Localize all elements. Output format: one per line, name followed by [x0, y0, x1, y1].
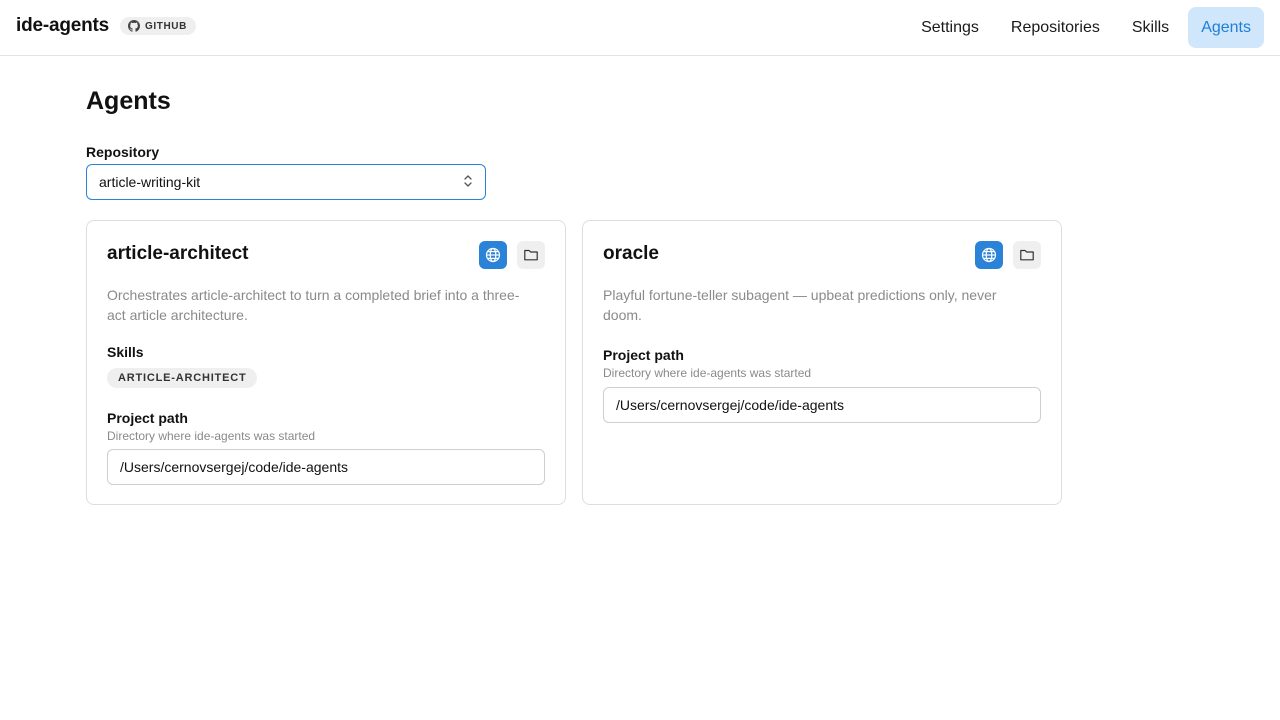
github-badge[interactable]: GITHUB [120, 17, 196, 35]
project-path-input[interactable] [107, 449, 545, 485]
agent-name: article-architect [107, 243, 249, 264]
folder-icon [523, 247, 539, 263]
github-badge-label: GITHUB [145, 20, 187, 32]
open-folder-button[interactable] [1013, 241, 1041, 269]
repository-select-value: article-writing-kit [99, 174, 201, 190]
nav-skills[interactable]: Skills [1119, 7, 1182, 48]
project-path-help: Directory where ide-agents was started [603, 366, 812, 380]
agent-card: oracle Playful fortune-teller subagent —… [582, 220, 1062, 505]
nav-agents[interactable]: Agents [1188, 7, 1264, 48]
web-button[interactable] [479, 241, 507, 269]
main-nav: Settings Repositories Skills Agents [908, 7, 1264, 48]
page-title: Agents [86, 87, 171, 115]
top-bar: ide-agents GITHUB Settings Repositories … [0, 0, 1280, 56]
agent-description: Orchestrates article-architect to turn a… [107, 287, 520, 323]
repository-label: Repository [86, 144, 160, 160]
globe-icon [981, 247, 997, 263]
agent-description: Playful fortune-teller subagent — upbeat… [603, 287, 997, 323]
open-folder-button[interactable] [517, 241, 545, 269]
project-path-help: Directory where ide-agents was started [107, 429, 316, 443]
project-path-label: Project path [603, 347, 684, 363]
app-brand[interactable]: ide-agents [16, 15, 109, 37]
skills-label: Skills [107, 344, 144, 360]
web-button[interactable] [975, 241, 1003, 269]
github-icon [128, 20, 140, 32]
agent-name: oracle [603, 243, 659, 264]
agent-card: article-architect Orchestrates article-a… [86, 220, 566, 505]
repository-select[interactable]: article-writing-kit [86, 164, 486, 200]
select-chevron-icon [463, 174, 473, 191]
nav-repositories[interactable]: Repositories [998, 7, 1113, 48]
skill-chip: ARTICLE-ARCHITECT [107, 368, 258, 388]
nav-settings[interactable]: Settings [908, 7, 992, 48]
project-path-input[interactable] [603, 387, 1041, 423]
project-path-label: Project path [107, 410, 188, 426]
folder-icon [1019, 247, 1035, 263]
globe-icon [485, 247, 501, 263]
